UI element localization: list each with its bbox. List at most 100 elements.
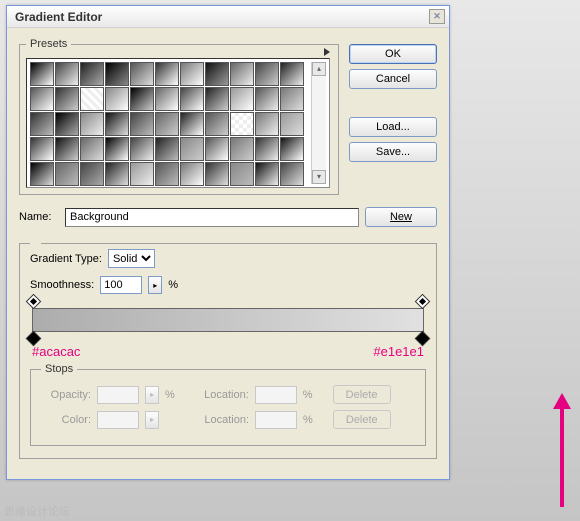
preset-swatch[interactable] <box>30 87 54 111</box>
opacity-location-input <box>255 386 297 404</box>
preset-swatch[interactable] <box>230 87 254 111</box>
presets-grid <box>30 62 304 184</box>
preset-swatch[interactable] <box>255 62 279 86</box>
preset-swatch[interactable] <box>155 137 179 161</box>
preset-swatch[interactable] <box>130 162 154 186</box>
preset-swatch[interactable] <box>130 87 154 111</box>
preset-swatch[interactable] <box>30 112 54 136</box>
preset-swatch[interactable] <box>55 112 79 136</box>
color-swatch-input <box>97 411 139 429</box>
preset-swatch[interactable] <box>130 137 154 161</box>
preset-swatch[interactable] <box>105 87 129 111</box>
dialog-title: Gradient Editor <box>15 10 102 24</box>
preset-swatch[interactable] <box>55 137 79 161</box>
location-label: Location: <box>199 389 249 401</box>
preset-swatch[interactable] <box>230 162 254 186</box>
preset-swatch[interactable] <box>180 62 204 86</box>
watermark-text: 思缘设计论坛 <box>4 503 70 519</box>
preset-swatch[interactable] <box>205 162 229 186</box>
gradient-type-fieldset: . Gradient Type: Solid Smoothness: ▸ % <box>19 237 437 459</box>
presets-menu-icon[interactable] <box>324 48 330 56</box>
smoothness-dropdown-icon[interactable]: ▸ <box>148 276 162 294</box>
preset-swatch[interactable] <box>55 62 79 86</box>
scroll-down-icon[interactable]: ▾ <box>312 170 326 184</box>
preset-swatch[interactable] <box>80 62 104 86</box>
smoothness-label: Smoothness: <box>30 279 94 291</box>
opacity-dropdown-icon: ▸ <box>145 386 159 404</box>
preset-swatch[interactable] <box>255 87 279 111</box>
preset-swatch[interactable] <box>180 137 204 161</box>
preset-swatch[interactable] <box>155 112 179 136</box>
preset-swatch[interactable] <box>80 87 104 111</box>
preset-swatch[interactable] <box>55 162 79 186</box>
opacity-input <box>97 386 139 404</box>
presets-box: ▴ ▾ <box>26 58 330 188</box>
opacity-stop-left[interactable] <box>26 294 42 310</box>
delete-color-button: Delete <box>333 410 391 429</box>
percent-label: % <box>303 389 313 401</box>
preset-swatch[interactable] <box>230 137 254 161</box>
percent-label: % <box>165 389 175 401</box>
presets-scrollbar[interactable]: ▴ ▾ <box>311 62 326 184</box>
preset-swatch[interactable] <box>30 162 54 186</box>
preset-swatch[interactable] <box>155 62 179 86</box>
color-location-input <box>255 411 297 429</box>
preset-swatch[interactable] <box>80 137 104 161</box>
preset-swatch[interactable] <box>105 112 129 136</box>
stops-fieldset: Stops Opacity: ▸ % Location: % Delete Co… <box>30 363 426 446</box>
preset-swatch[interactable] <box>280 112 304 136</box>
scroll-track[interactable] <box>312 76 326 170</box>
preset-swatch[interactable] <box>155 87 179 111</box>
delete-opacity-button: Delete <box>333 385 391 404</box>
preset-swatch[interactable] <box>30 137 54 161</box>
load-button[interactable]: Load... <box>349 117 437 137</box>
preset-swatch[interactable] <box>180 112 204 136</box>
titlebar[interactable]: Gradient Editor ✕ <box>7 6 449 28</box>
preset-swatch[interactable] <box>80 162 104 186</box>
preset-swatch[interactable] <box>155 162 179 186</box>
preset-swatch[interactable] <box>80 112 104 136</box>
side-buttons: OK Cancel Load... Save... <box>349 38 437 195</box>
preset-swatch[interactable] <box>30 62 54 86</box>
opacity-stop-right[interactable] <box>415 294 431 310</box>
preset-swatch[interactable] <box>205 62 229 86</box>
preset-swatch[interactable] <box>130 112 154 136</box>
preset-swatch[interactable] <box>255 137 279 161</box>
annotation-arrow-icon <box>560 407 564 507</box>
preset-swatch[interactable] <box>230 112 254 136</box>
preset-swatch[interactable] <box>255 162 279 186</box>
color-right-label: #e1e1e1 <box>373 344 424 359</box>
new-button[interactable]: New <box>365 207 437 227</box>
save-button[interactable]: Save... <box>349 142 437 162</box>
gradient-bar[interactable] <box>32 308 424 332</box>
gradient-type-label: Gradient Type: <box>30 253 102 265</box>
gradient-bar-wrap <box>32 308 424 332</box>
preset-swatch[interactable] <box>105 137 129 161</box>
preset-swatch[interactable] <box>280 62 304 86</box>
preset-swatch[interactable] <box>205 87 229 111</box>
preset-swatch[interactable] <box>280 87 304 111</box>
cancel-button[interactable]: Cancel <box>349 69 437 89</box>
preset-swatch[interactable] <box>130 62 154 86</box>
smoothness-input[interactable] <box>100 276 142 294</box>
preset-swatch[interactable] <box>105 162 129 186</box>
gradient-type-select[interactable]: Solid <box>108 249 155 268</box>
scroll-up-icon[interactable]: ▴ <box>312 62 326 76</box>
preset-swatch[interactable] <box>205 112 229 136</box>
preset-swatch[interactable] <box>280 137 304 161</box>
preset-swatch[interactable] <box>180 87 204 111</box>
preset-swatch[interactable] <box>205 137 229 161</box>
name-label: Name: <box>19 211 59 223</box>
stops-legend: Stops <box>41 363 77 375</box>
ok-button[interactable]: OK <box>349 44 437 64</box>
preset-swatch[interactable] <box>55 87 79 111</box>
color-dropdown-icon: ▸ <box>145 411 159 429</box>
location-label: Location: <box>199 414 249 426</box>
preset-swatch[interactable] <box>180 162 204 186</box>
preset-swatch[interactable] <box>230 62 254 86</box>
name-input[interactable] <box>65 208 359 227</box>
preset-swatch[interactable] <box>255 112 279 136</box>
preset-swatch[interactable] <box>105 62 129 86</box>
preset-swatch[interactable] <box>280 162 304 186</box>
close-button[interactable]: ✕ <box>429 9 445 24</box>
